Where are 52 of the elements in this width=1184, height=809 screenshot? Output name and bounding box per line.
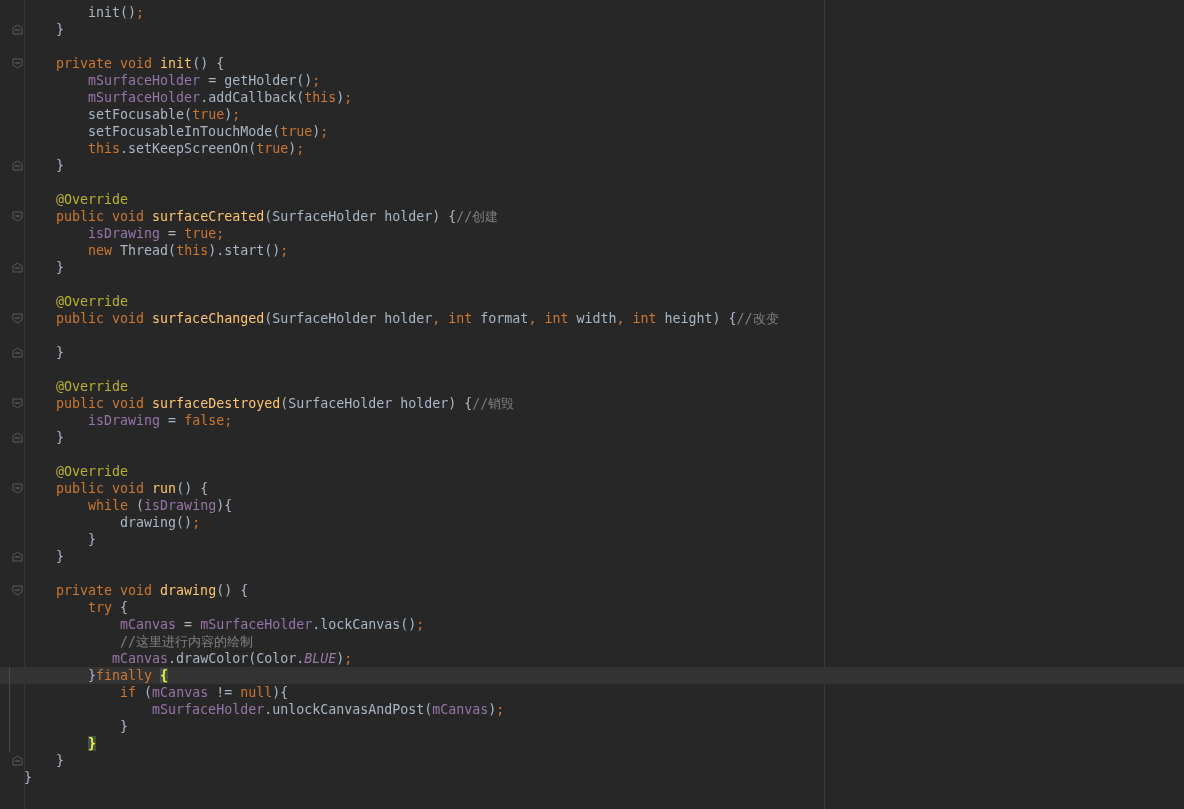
fold-icon[interactable] <box>12 211 23 222</box>
fold-icon[interactable] <box>12 398 23 409</box>
fold-icon[interactable] <box>12 262 23 273</box>
code-line: public void run() { <box>55 480 209 497</box>
fold-icon[interactable] <box>12 58 23 69</box>
code-line: if (mCanvas != null){ <box>119 684 289 701</box>
code-line: try { <box>87 599 129 616</box>
code-line: //这里进行内容的绘制 <box>119 633 254 650</box>
code-line: @Override <box>55 191 129 208</box>
fold-icon[interactable] <box>12 432 23 443</box>
code-line: mCanvas.drawColor(Color.BLUE); <box>111 650 353 667</box>
code-line: } <box>87 531 97 548</box>
code-line: private void drawing() { <box>55 582 249 599</box>
code-line: this.setKeepScreenOn(true); <box>87 140 305 157</box>
code-line: while (isDrawing){ <box>87 497 233 514</box>
code-line: drawing(); <box>119 514 201 531</box>
fold-icon[interactable] <box>12 483 23 494</box>
code-line: } <box>55 344 65 361</box>
code-editor[interactable] <box>0 0 1184 809</box>
code-line: new Thread(this).start(); <box>87 242 289 259</box>
fold-icon[interactable] <box>12 585 23 596</box>
code-line: private void init() { <box>55 55 225 72</box>
fold-icon[interactable] <box>12 24 23 35</box>
code-line: } <box>55 429 65 446</box>
code-line: } <box>55 752 65 769</box>
code-line: @Override <box>55 293 129 310</box>
fold-icon[interactable] <box>12 347 23 358</box>
code-line: } <box>55 548 65 565</box>
code-line: } <box>55 259 65 276</box>
code-line: setFocusableInTouchMode(true); <box>87 123 329 140</box>
code-line: public void surfaceCreated(SurfaceHolder holder) {//创建 <box>55 208 499 225</box>
code-line: mSurfaceHolder = getHolder(); <box>87 72 321 89</box>
code-line: @Override <box>55 463 129 480</box>
code-line: isDrawing = false; <box>87 412 233 429</box>
code-line: mSurfaceHolder.unlockCanvasAndPost(mCanvas); <box>151 701 505 718</box>
code-line: } <box>119 718 129 735</box>
code-line: } <box>55 21 65 38</box>
fold-icon[interactable] <box>12 551 23 562</box>
fold-icon[interactable] <box>12 755 23 766</box>
code-line: init(); <box>87 4 145 21</box>
code-line: }finally { <box>87 667 169 684</box>
code-line: mCanvas = mSurfaceHolder.lockCanvas(); <box>119 616 425 633</box>
code-line: } <box>55 157 65 174</box>
code-line: public void surfaceDestroyed(SurfaceHolder holder) {//销毁 <box>55 395 515 412</box>
fold-icon[interactable] <box>12 160 23 171</box>
code-line: } <box>24 769 32 786</box>
code-line: setFocusable(true); <box>87 106 241 123</box>
code-line: isDrawing = true; <box>87 225 225 242</box>
fold-icon[interactable] <box>12 313 23 324</box>
code-line: @Override <box>55 378 129 395</box>
code-line: public void surfaceChanged(SurfaceHolder holder, int format, int width, int height) {//改变 <box>55 310 779 327</box>
code-line: mSurfaceHolder.addCallback(this); <box>87 89 353 106</box>
